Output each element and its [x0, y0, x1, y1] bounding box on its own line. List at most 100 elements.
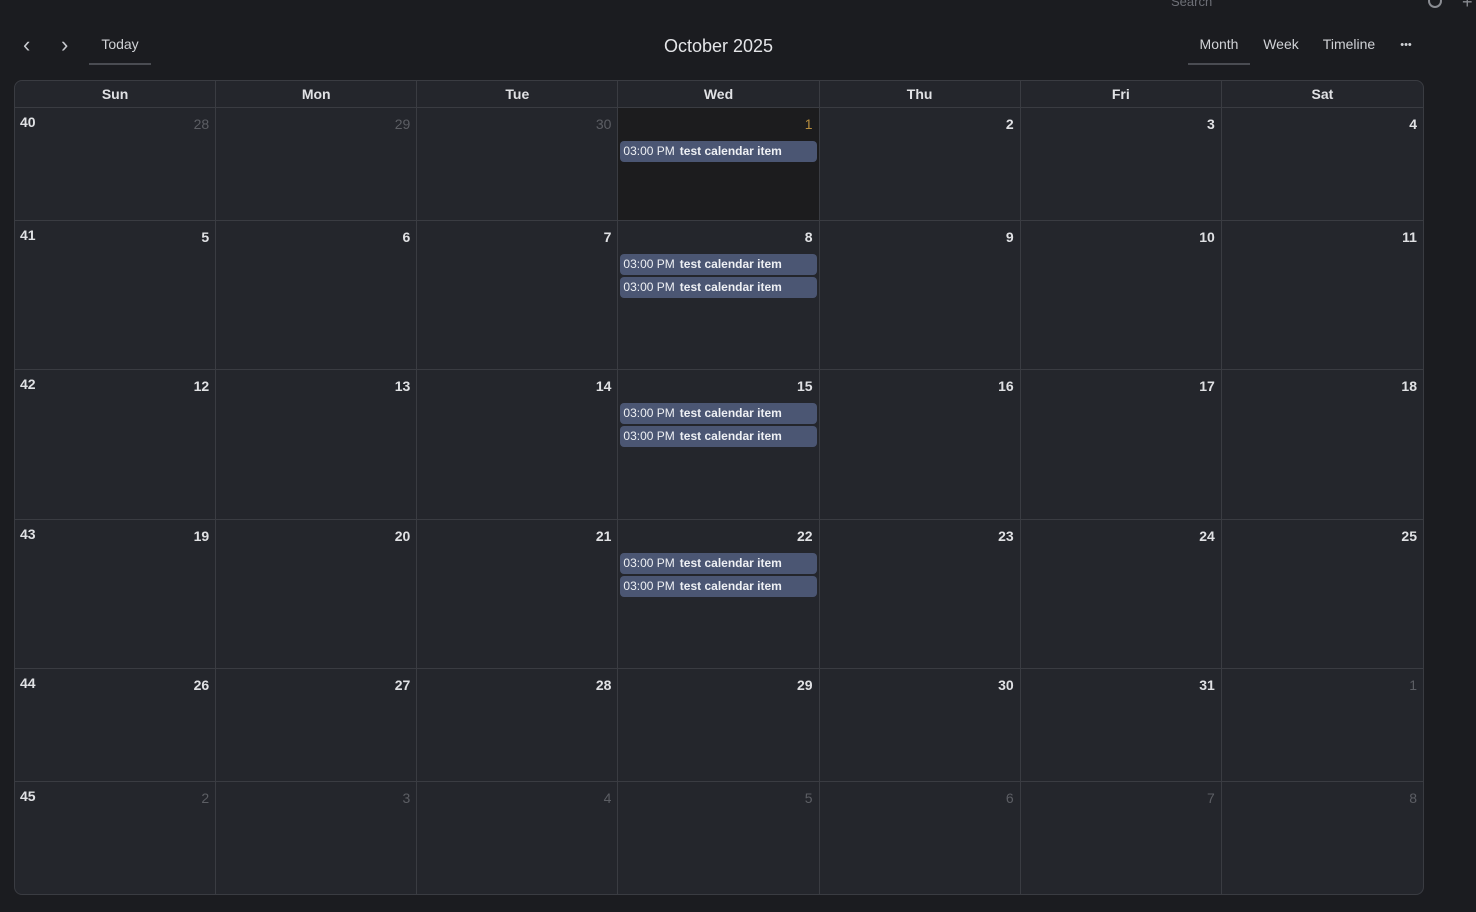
calendar-event[interactable]: 03:00 PM test calendar item — [620, 426, 817, 447]
day-number[interactable]: 2 — [201, 790, 209, 806]
day-number[interactable]: 29 — [797, 677, 813, 693]
day-cell[interactable]: 26 — [15, 669, 217, 781]
day-cell[interactable]: 7 — [417, 221, 619, 369]
calendar-event[interactable]: 03:00 PM test calendar item — [620, 553, 817, 574]
day-number[interactable]: 4 — [604, 790, 612, 806]
day-cell[interactable]: 18 — [1222, 370, 1423, 519]
day-cell[interactable]: 2 — [820, 108, 1021, 220]
day-cell[interactable]: 6 — [820, 782, 1021, 894]
day-cell[interactable]: 30 — [417, 108, 619, 220]
week-number[interactable]: 41 — [20, 227, 36, 243]
day-cell[interactable]: 8 03:00 PM test calendar item 03:00 PM test … — [618, 221, 820, 369]
day-cell[interactable]: 2 — [15, 782, 217, 894]
day-number[interactable]: 13 — [395, 378, 411, 394]
day-cell[interactable]: 13 — [216, 370, 418, 519]
day-number[interactable]: 3 — [1207, 116, 1215, 132]
day-cell[interactable]: 3 — [216, 782, 418, 894]
day-number[interactable]: 8 — [1409, 790, 1417, 806]
calendar-event[interactable]: 03:00 PM test calendar item — [620, 141, 817, 162]
day-cell[interactable]: 29 — [216, 108, 418, 220]
search-icon[interactable] — [1428, 0, 1442, 8]
add-icon[interactable]: + — [1462, 0, 1473, 13]
day-cell[interactable]: 15 03:00 PM test calendar item 03:00 PM test… — [618, 370, 820, 519]
day-number[interactable]: 30 — [596, 116, 612, 132]
day-cell[interactable]: 11 — [1222, 221, 1423, 369]
day-number[interactable]: 27 — [395, 677, 411, 693]
day-number[interactable]: 7 — [1207, 790, 1215, 806]
day-number[interactable]: 31 — [1199, 677, 1215, 693]
day-cell[interactable]: 1 — [1222, 669, 1423, 781]
day-number[interactable]: 1 — [1409, 677, 1417, 693]
search-input[interactable]: Search — [1171, 0, 1212, 9]
day-cell[interactable]: 9 — [820, 221, 1021, 369]
day-cell[interactable]: 10 — [1021, 221, 1222, 369]
day-number[interactable]: 17 — [1199, 378, 1215, 394]
day-cell[interactable]: 21 — [417, 520, 619, 668]
day-number[interactable]: 5 — [805, 790, 813, 806]
tab-timeline[interactable]: Timeline — [1316, 36, 1382, 65]
day-number[interactable]: 22 — [797, 528, 813, 544]
day-cell[interactable]: 24 — [1021, 520, 1222, 668]
day-cell[interactable]: 27 — [216, 669, 418, 781]
day-number[interactable]: 16 — [998, 378, 1014, 394]
day-cell[interactable]: 6 — [216, 221, 418, 369]
day-number[interactable]: 4 — [1409, 116, 1417, 132]
day-number[interactable]: 28 — [194, 116, 210, 132]
day-number[interactable]: 19 — [194, 528, 210, 544]
day-number[interactable]: 12 — [194, 378, 210, 394]
week-number[interactable]: 44 — [20, 675, 36, 691]
day-cell[interactable]: 19 — [15, 520, 217, 668]
day-number[interactable]: 6 — [1006, 790, 1014, 806]
day-number[interactable]: 26 — [194, 677, 210, 693]
day-number[interactable]: 8 — [805, 229, 813, 245]
day-number[interactable]: 24 — [1199, 528, 1215, 544]
day-number[interactable]: 1 — [805, 116, 813, 132]
day-number[interactable]: 21 — [596, 528, 612, 544]
tab-month[interactable]: Month — [1188, 36, 1250, 65]
calendar-event[interactable]: 03:00 PM test calendar item — [620, 403, 817, 424]
day-number[interactable]: 29 — [395, 116, 411, 132]
day-cell[interactable]: 4 — [1222, 108, 1423, 220]
tab-week[interactable]: Week — [1256, 36, 1306, 65]
day-number[interactable]: 7 — [604, 229, 612, 245]
day-cell[interactable]: 5 — [15, 221, 217, 369]
day-number[interactable]: 20 — [395, 528, 411, 544]
day-number[interactable]: 23 — [998, 528, 1014, 544]
day-cell[interactable]: 30 — [820, 669, 1021, 781]
day-cell[interactable]: 7 — [1021, 782, 1222, 894]
day-number[interactable]: 14 — [596, 378, 612, 394]
day-number[interactable]: 3 — [402, 790, 410, 806]
week-number[interactable]: 43 — [20, 526, 36, 542]
day-cell[interactable]: 17 — [1021, 370, 1222, 519]
day-number[interactable]: 25 — [1401, 528, 1417, 544]
day-number[interactable]: 15 — [797, 378, 813, 394]
day-number[interactable]: 28 — [596, 677, 612, 693]
day-cell[interactable]: 3 — [1021, 108, 1222, 220]
day-cell[interactable]: 22 03:00 PM test calendar item 03:00 PM test… — [618, 520, 820, 668]
day-number[interactable]: 11 — [1402, 229, 1417, 245]
day-number[interactable]: 18 — [1401, 378, 1417, 394]
day-number[interactable]: 10 — [1199, 229, 1215, 245]
day-cell[interactable]: 31 — [1021, 669, 1222, 781]
more-options-button[interactable]: ••• — [1394, 39, 1418, 68]
day-cell[interactable]: 28 — [15, 108, 217, 220]
day-cell[interactable]: 14 — [417, 370, 619, 519]
week-number[interactable]: 42 — [20, 376, 36, 392]
calendar-event[interactable]: 03:00 PM test calendar item — [620, 576, 817, 597]
day-cell[interactable]: 29 — [618, 669, 820, 781]
day-number[interactable]: 5 — [201, 229, 209, 245]
day-cell[interactable]: 23 — [820, 520, 1021, 668]
day-number[interactable]: 30 — [998, 677, 1014, 693]
day-number[interactable]: 2 — [1006, 116, 1014, 132]
day-cell[interactable]: 12 — [15, 370, 217, 519]
week-number[interactable]: 40 — [20, 114, 36, 130]
day-cell[interactable]: 28 — [417, 669, 619, 781]
day-cell[interactable]: 20 — [216, 520, 418, 668]
day-number[interactable]: 6 — [402, 229, 410, 245]
day-cell[interactable]: 16 — [820, 370, 1021, 519]
day-cell[interactable]: 5 — [618, 782, 820, 894]
day-cell[interactable]: 4 — [417, 782, 619, 894]
day-cell[interactable]: 1 03:00 PM test calendar item — [618, 108, 820, 220]
calendar-event[interactable]: 03:00 PM test calendar item — [620, 277, 817, 298]
day-cell[interactable]: 25 — [1222, 520, 1423, 668]
